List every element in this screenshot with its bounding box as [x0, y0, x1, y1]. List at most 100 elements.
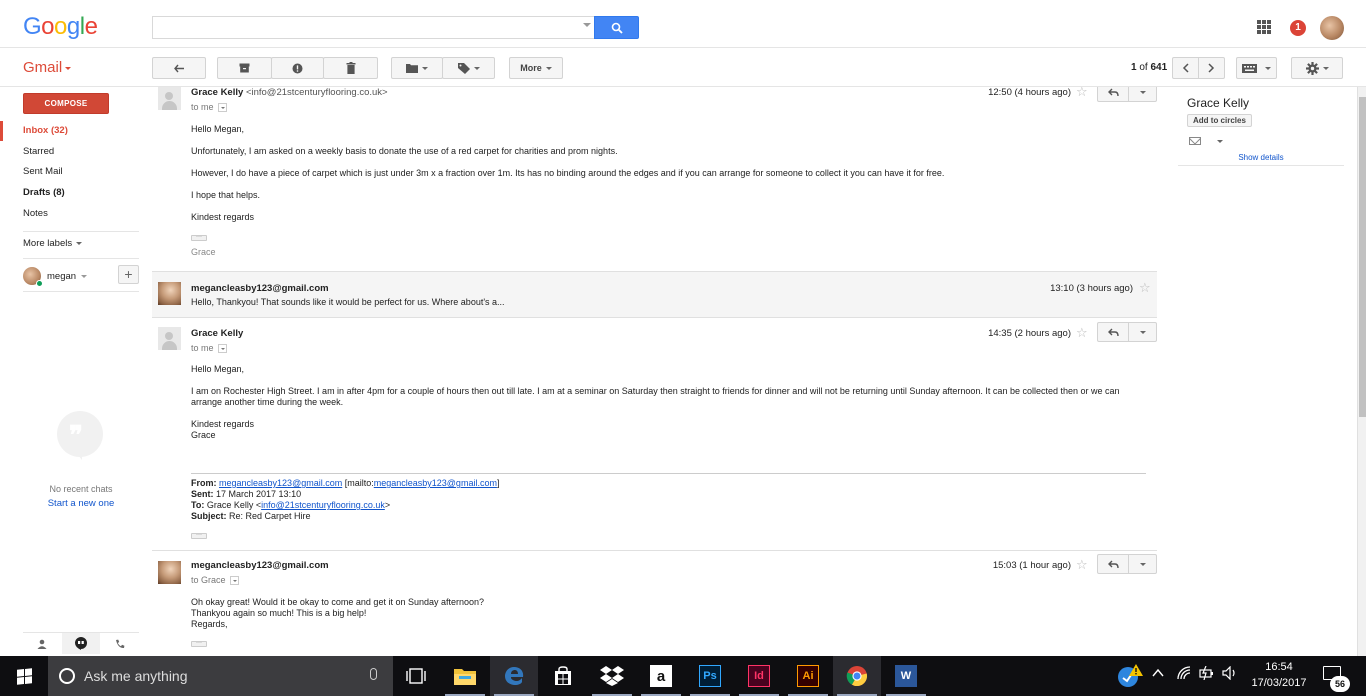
quote-to-email-link[interactable]: info@21stcenturyflooring.co.uk: [261, 500, 385, 510]
reply-button[interactable]: [1098, 87, 1129, 101]
show-trimmed-content-button[interactable]: ···: [191, 234, 207, 241]
quote-to-suffix: >: [384, 500, 391, 510]
star-icon[interactable]: ☆: [1076, 325, 1088, 341]
reply-button[interactable]: [1098, 323, 1129, 341]
sidebar-item-inbox[interactable]: Inbox (32): [0, 121, 148, 141]
chevron-down-icon: [1139, 330, 1146, 334]
message-expanded: megancleasby123@gmail.com to Grace 15:03…: [152, 554, 1157, 656]
show-trimmed-content-button[interactable]: ···: [191, 640, 207, 647]
more-label: More: [520, 63, 542, 73]
search-box: [152, 16, 595, 39]
scrollbar-thumb[interactable]: [1359, 97, 1366, 417]
hangouts-username: megan: [47, 270, 77, 282]
star-icon[interactable]: ☆: [1076, 87, 1088, 100]
more-reply-options-button[interactable]: [1129, 555, 1156, 573]
quote-subject-value: Re: Red Carpet Hire: [229, 511, 311, 521]
show-details-link[interactable]: Show details: [1178, 153, 1344, 162]
mail-icon[interactable]: [1189, 137, 1201, 145]
add-to-circles-button[interactable]: Add to circles: [1187, 114, 1252, 127]
hangouts-user-menu[interactable]: megan: [23, 265, 88, 287]
compose-button[interactable]: COMPOSE: [23, 93, 109, 114]
settings-button[interactable]: [1291, 57, 1343, 79]
star-icon[interactable]: ☆: [1139, 280, 1151, 296]
message-collapsed[interactable]: [152, 272, 1157, 317]
account-avatar[interactable]: [1320, 16, 1344, 40]
more-reply-options-button[interactable]: [1129, 87, 1156, 101]
show-trimmed-content-button[interactable]: ···: [191, 532, 207, 539]
sidebar-item-notes[interactable]: Notes: [0, 204, 148, 224]
sender-name[interactable]: Grace Kelly <info@21stcenturyflooring.co…: [191, 87, 388, 98]
older-button[interactable]: [1198, 57, 1225, 79]
hangouts-tab[interactable]: [61, 633, 101, 654]
labels-button[interactable]: [442, 57, 495, 79]
google-logo[interactable]: Google: [23, 13, 98, 41]
phone-tab[interactable]: [100, 633, 139, 654]
amazon-button[interactable]: a: [637, 656, 685, 696]
star-icon[interactable]: ☆: [1076, 557, 1088, 573]
task-view-button[interactable]: [392, 656, 440, 696]
store-button[interactable]: [539, 656, 587, 696]
chrome-button[interactable]: [833, 656, 881, 696]
page-count-separator: of: [1136, 62, 1151, 73]
newer-button[interactable]: [1172, 57, 1199, 79]
microphone-icon[interactable]: [370, 668, 377, 680]
sidebar-item-starred[interactable]: Starred: [0, 142, 148, 162]
start-new-chat-link[interactable]: Start a new one: [0, 498, 162, 509]
cortana-search-box[interactable]: Ask me anything: [48, 656, 393, 696]
word-button[interactable]: W: [882, 656, 930, 696]
sidebar-item-sent[interactable]: Sent Mail: [0, 162, 148, 182]
wifi-icon[interactable]: [1177, 666, 1191, 683]
apps-grid-icon[interactable]: [1257, 20, 1271, 34]
reply-button-group: [1097, 87, 1157, 102]
message-time: 12:50 (4 hours ago): [988, 87, 1071, 98]
windows-logo-icon: [16, 667, 32, 685]
notifications-badge[interactable]: 1: [1290, 20, 1306, 36]
chevron-down-icon[interactable]: [1217, 140, 1223, 143]
keyboard-icon: [1242, 63, 1257, 73]
battery-icon[interactable]: [1199, 665, 1215, 683]
show-hidden-icons-chevron-icon[interactable]: [1152, 666, 1164, 683]
message-snippet: Hello, Thankyou! That sounds like it wou…: [191, 297, 505, 307]
reply-button[interactable]: [1098, 555, 1129, 573]
quote-mailto-link[interactable]: megancleasby123@gmail.com: [374, 478, 497, 488]
contacts-tab[interactable]: [23, 633, 62, 654]
illustrator-button[interactable]: Ai: [784, 656, 832, 696]
search-input[interactable]: [153, 17, 573, 38]
new-chat-button[interactable]: +: [118, 265, 139, 284]
search-options-dropdown-icon[interactable]: [583, 23, 591, 27]
quote-from-email-link[interactable]: megancleasby123@gmail.com: [219, 478, 342, 488]
report-spam-button[interactable]: [271, 57, 324, 79]
scrollbar[interactable]: [1357, 87, 1366, 656]
show-details-icon[interactable]: [217, 103, 227, 113]
more-reply-options-button[interactable]: [1129, 323, 1156, 341]
gmail-switcher[interactable]: Gmail: [23, 59, 72, 76]
file-explorer-button[interactable]: [441, 656, 489, 696]
edge-browser-button[interactable]: [490, 656, 538, 696]
more-labels-toggle[interactable]: More labels: [23, 238, 83, 249]
delete-button[interactable]: [323, 57, 378, 79]
sidebar-item-drafts[interactable]: Drafts (8): [0, 183, 148, 203]
quote-mailto-suffix: ]: [496, 478, 500, 488]
more-actions-button[interactable]: More: [509, 57, 563, 79]
system-clock[interactable]: 16:54 17/03/2017: [1244, 659, 1314, 691]
show-details-icon[interactable]: [229, 576, 239, 586]
photoshop-button[interactable]: Ps: [686, 656, 734, 696]
security-warning-icon[interactable]: [1117, 664, 1143, 691]
search-button[interactable]: [594, 16, 639, 39]
show-details-icon[interactable]: [217, 344, 227, 354]
volume-icon[interactable]: [1222, 665, 1238, 683]
recipient-line: to Grace: [191, 575, 239, 586]
indesign-button[interactable]: Id: [735, 656, 783, 696]
message-body: Hello Megan, I am on Rochester High Stre…: [191, 364, 1149, 441]
move-to-button[interactable]: [391, 57, 443, 79]
chrome-icon: [846, 666, 868, 687]
sender-name[interactable]: megancleasby123@gmail.com: [191, 560, 329, 571]
dropbox-button[interactable]: [588, 656, 636, 696]
folder-icon: [406, 64, 418, 73]
start-button[interactable]: [0, 656, 48, 696]
input-tools-button[interactable]: [1236, 57, 1277, 79]
archive-button[interactable]: [217, 57, 272, 79]
back-to-inbox-button[interactable]: [152, 57, 206, 79]
sender-name[interactable]: Grace Kelly: [191, 328, 243, 339]
windows-taskbar: Ask me anything a Ps Id Ai W 16:54 17/03…: [0, 656, 1366, 696]
